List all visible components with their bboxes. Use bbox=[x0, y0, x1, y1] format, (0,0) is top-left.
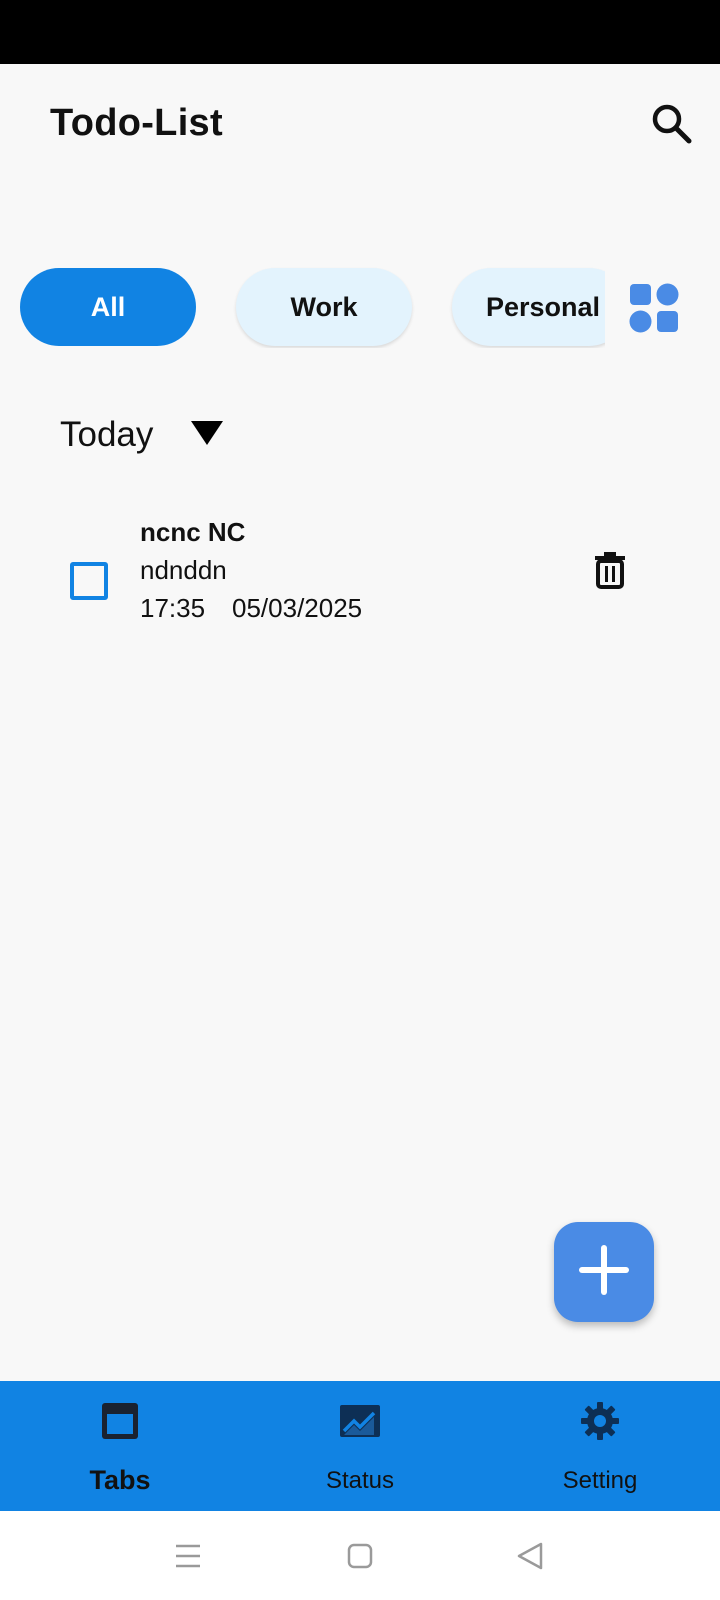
plus-icon bbox=[579, 1244, 629, 1300]
menu-icon[interactable] bbox=[173, 1541, 203, 1571]
task-checkbox[interactable] bbox=[70, 562, 108, 600]
task-title: ncnc NC bbox=[140, 517, 246, 547]
gear-icon bbox=[580, 1401, 620, 1441]
nav-label-status: Status bbox=[325, 1467, 395, 1494]
nav-item-tabs[interactable]: Tabs bbox=[20, 1381, 220, 1511]
section-label: Today bbox=[60, 415, 154, 454]
back-icon[interactable] bbox=[515, 1541, 545, 1571]
nav-label-tabs: Tabs bbox=[89, 1465, 151, 1495]
task-item[interactable]: ncnc NC ndnddn 17:35 05/03/2025 bbox=[0, 515, 720, 625]
grid-icon[interactable] bbox=[629, 283, 679, 333]
chip-all[interactable]: All bbox=[20, 268, 196, 346]
task-description: ndnddn bbox=[140, 555, 227, 585]
chip-scroll-area[interactable]: All Work Personal bbox=[0, 266, 605, 348]
chip-personal[interactable]: Personal bbox=[452, 268, 605, 346]
status-bar bbox=[0, 0, 720, 64]
search-icon[interactable] bbox=[648, 100, 696, 148]
nav-item-status[interactable]: Status bbox=[260, 1381, 460, 1511]
filter-chips: All Work Personal bbox=[0, 266, 720, 348]
system-navigation-bar bbox=[0, 1511, 720, 1600]
trash-icon[interactable] bbox=[593, 551, 627, 589]
add-task-button[interactable] bbox=[554, 1222, 654, 1322]
task-date: 05/03/2025 bbox=[232, 593, 363, 623]
caret-down-icon[interactable] bbox=[190, 420, 224, 446]
tabs-icon bbox=[100, 1401, 140, 1441]
chart-icon bbox=[340, 1401, 380, 1441]
app-bar: Todo-List bbox=[0, 64, 720, 184]
nav-label-setting: Setting bbox=[562, 1467, 638, 1494]
bottom-navigation: Tabs Status Setting bbox=[0, 1381, 720, 1511]
app-title: Todo-List bbox=[50, 102, 223, 144]
task-time: 17:35 bbox=[140, 593, 206, 623]
home-icon[interactable] bbox=[345, 1541, 375, 1571]
nav-item-setting[interactable]: Setting bbox=[500, 1381, 700, 1511]
section-header[interactable]: Today bbox=[60, 408, 223, 462]
chip-work[interactable]: Work bbox=[236, 268, 412, 346]
